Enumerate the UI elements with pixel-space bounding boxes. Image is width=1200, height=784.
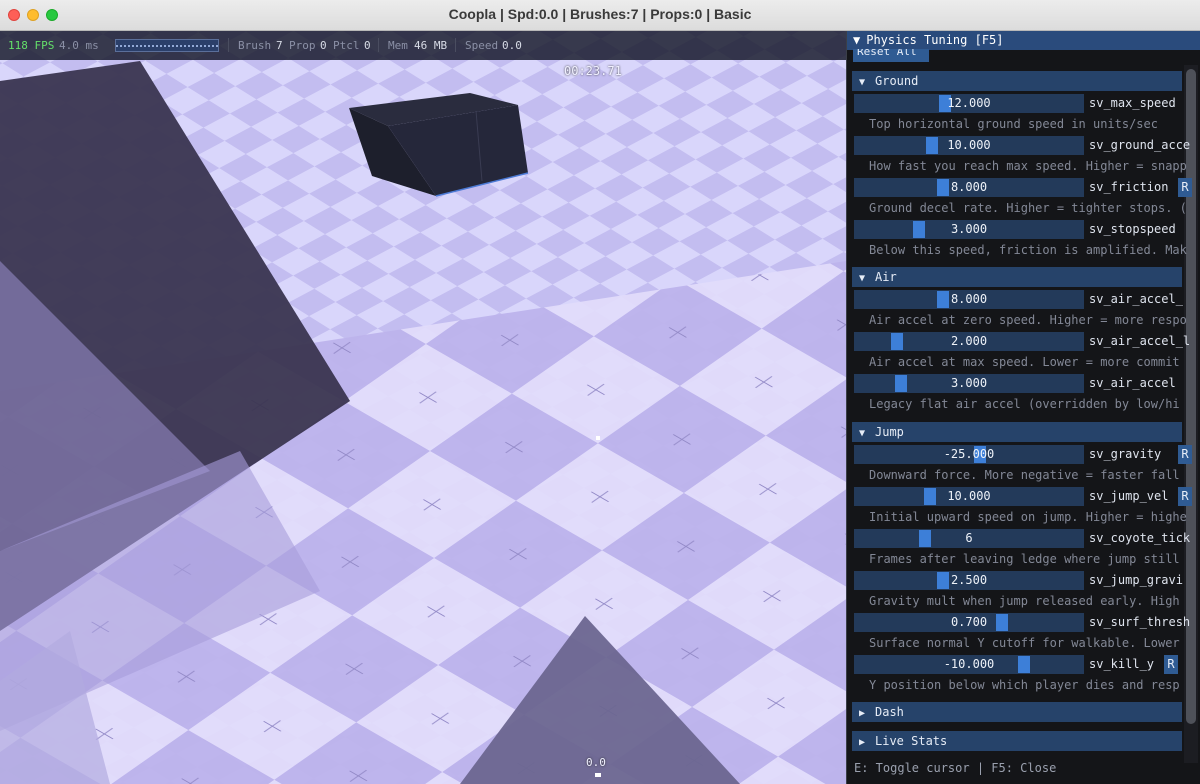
param-description: How fast you reach max speed. Higher = s… (869, 159, 1187, 173)
param-description: Air accel at max speed. Lower = more com… (869, 355, 1180, 369)
physics-tuning-panel: ▼ Physics Tuning [F5] Reset All ▼ Ground 1… (846, 31, 1200, 784)
section-label: Jump (875, 425, 904, 439)
section-label: Dash (875, 705, 904, 719)
section-header-dash[interactable]: ▶ Dash (852, 702, 1182, 722)
brush-label: Brush (238, 39, 272, 52)
param-name: sv_ground_acce (1089, 138, 1191, 152)
collapse-icon[interactable]: ▼ (853, 33, 860, 47)
brush-count: 7 (276, 39, 283, 52)
param-description: Gravity mult when jump released early. H… (869, 594, 1180, 608)
param-slider[interactable]: -25.000 (854, 445, 1084, 464)
reset-param-button[interactable]: R (1178, 178, 1192, 197)
param-name: sv_air_accel_ (1089, 292, 1183, 306)
expanded-arrow-icon: ▼ (859, 273, 866, 284)
section-header-ground[interactable]: ▼ Ground (852, 71, 1182, 91)
param-description: Downward force. More negative = faster f… (869, 468, 1180, 482)
memory-value: 46 MB (414, 39, 448, 52)
game-viewport[interactable] (0, 31, 846, 784)
slider-value: -10.000 (943, 657, 995, 671)
param-description: Frames after leaving ledge where jump st… (869, 552, 1180, 566)
slider-value: 10.000 (947, 489, 991, 503)
crosshair (596, 436, 600, 440)
slider-value: 0.700 (950, 615, 988, 629)
collapsed-arrow-icon: ▶ (859, 737, 866, 748)
param-name: sv_max_speed (1089, 96, 1176, 110)
speed-readout: 0.0 (586, 756, 606, 769)
section-label: Air (875, 270, 897, 284)
param-slider[interactable]: 3.000 (854, 220, 1084, 239)
param-slider[interactable]: 2.000 (854, 332, 1084, 351)
param-description: Top horizontal ground speed in units/sec (869, 117, 1158, 131)
run-timer: 00:23.71 (564, 64, 622, 78)
param-name: sv_air_accel (1089, 376, 1176, 390)
param-description: Below this speed, friction is amplified.… (869, 243, 1187, 257)
section-header-air[interactable]: ▼ Air (852, 267, 1182, 287)
param-description: Y position below which player dies and r… (869, 678, 1180, 692)
param-description: Ground decel rate. Higher = tighter stop… (869, 201, 1187, 215)
section-label: Live Stats (875, 734, 948, 748)
section-header-live-stats[interactable]: ▶ Live Stats (852, 731, 1182, 751)
reset-all-button[interactable]: Reset All (853, 49, 929, 62)
param-slider[interactable]: 8.000 (854, 178, 1084, 197)
memory-label: Mem (388, 39, 408, 52)
fps-readout: 118 FPS (8, 39, 55, 52)
param-slider[interactable]: 12.000 (854, 94, 1084, 113)
speed-indicator (595, 773, 601, 777)
panel-titlebar[interactable]: ▼ Physics Tuning [F5] (847, 31, 1200, 50)
section-label: Ground (875, 74, 919, 88)
param-description: Surface normal Y cutoff for walkable. Lo… (869, 636, 1180, 650)
slider-value: 3.000 (950, 376, 988, 390)
window-titlebar: Coopla | Spd:0.0 | Brushes:7 | Props:0 |… (0, 0, 1200, 31)
panel-title: Physics Tuning [F5] (866, 33, 1004, 47)
slider-value: 8.000 (950, 180, 988, 194)
prop-label: Prop (289, 39, 316, 52)
reset-param-button[interactable]: R (1178, 487, 1192, 506)
slider-value: 2.500 (950, 573, 988, 587)
frame-time-graph (115, 39, 219, 52)
frame-time: 4.0 ms (59, 39, 99, 52)
param-slider[interactable]: -10.000 (854, 655, 1084, 674)
prop-count: 0 (320, 39, 327, 52)
param-description: Legacy flat air accel (overridden by low… (869, 397, 1180, 411)
speed-value: 0.0 (502, 39, 522, 52)
section-header-jump[interactable]: ▼ Jump (852, 422, 1182, 442)
param-slider[interactable]: 6 (854, 529, 1084, 548)
expanded-arrow-icon: ▼ (859, 428, 866, 439)
slider-value: 6 (965, 531, 973, 545)
param-name: sv_jump_vel (1089, 489, 1169, 503)
scene-render (0, 31, 846, 784)
param-name: sv_friction (1089, 180, 1169, 194)
param-slider[interactable]: 3.000 (854, 374, 1084, 393)
slider-value: 3.000 (950, 222, 988, 236)
param-name: sv_air_accel_l (1089, 334, 1191, 348)
param-slider[interactable]: 10.000 (854, 487, 1084, 506)
param-name: sv_stopspeed (1089, 222, 1176, 236)
param-slider[interactable]: 8.000 (854, 290, 1084, 309)
param-name: sv_surf_thresh (1089, 615, 1191, 629)
window-title: Coopla | Spd:0.0 | Brushes:7 | Props:0 |… (448, 6, 752, 22)
slider-value: -25.000 (943, 447, 995, 461)
reset-param-button[interactable]: R (1164, 655, 1178, 674)
param-name: sv_jump_gravi (1089, 573, 1183, 587)
param-name: sv_coyote_tick (1089, 531, 1191, 545)
param-description: Air accel at zero speed. Higher = more r… (869, 313, 1187, 327)
stats-hud: 118 FPS 4.0 ms Brush 7 Prop 0 Ptcl 0 Mem… (0, 31, 846, 60)
param-description: Initial upward speed on jump. Higher = h… (869, 510, 1187, 524)
particle-count: 0 (364, 39, 371, 52)
param-slider[interactable]: 2.500 (854, 571, 1084, 590)
slider-value: 10.000 (947, 138, 991, 152)
param-slider[interactable]: 0.700 (854, 613, 1084, 632)
particle-label: Ptcl (333, 39, 360, 52)
slider-value: 8.000 (950, 292, 988, 306)
param-name: sv_kill_y (1089, 657, 1155, 671)
slider-value: 2.000 (950, 334, 988, 348)
param-slider[interactable]: 10.000 (854, 136, 1084, 155)
slider-value: 12.000 (947, 96, 991, 110)
collapsed-arrow-icon: ▶ (859, 708, 866, 719)
panel-footer-hint: E: Toggle cursor | F5: Close (854, 761, 1057, 775)
reset-param-button[interactable]: R (1178, 445, 1192, 464)
expanded-arrow-icon: ▼ (859, 77, 866, 88)
speed-label: Speed (465, 39, 499, 52)
param-name: sv_gravity (1089, 447, 1162, 461)
